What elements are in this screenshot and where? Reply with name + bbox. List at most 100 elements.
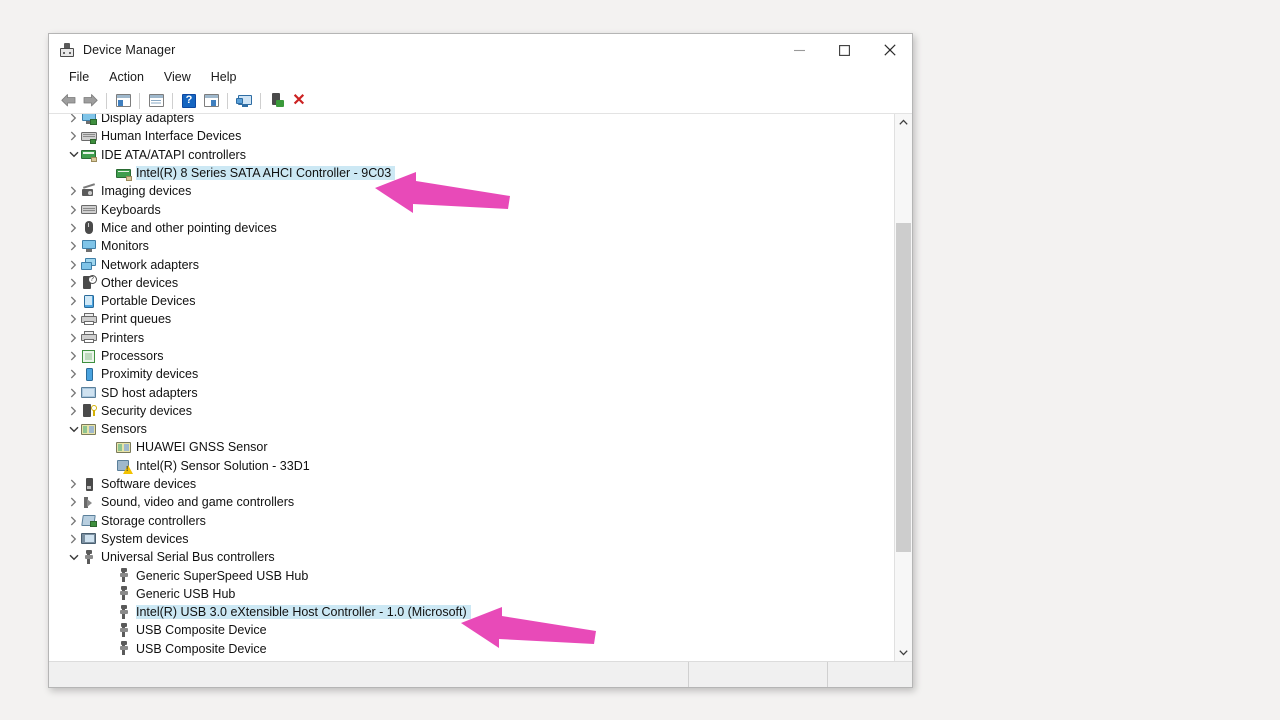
chevron-down-icon[interactable]	[67, 420, 80, 438]
processor-icon	[80, 348, 97, 364]
help-icon[interactable]: ?	[178, 90, 200, 112]
chevron-right-icon[interactable]	[67, 530, 80, 548]
back-icon[interactable]	[57, 90, 79, 112]
usb-icon	[115, 604, 132, 620]
menu-action[interactable]: Action	[99, 68, 154, 86]
content-area: Display adapters Human Interface Devices I…	[49, 114, 912, 661]
tree-row-label: Universal Serial Bus controllers	[101, 550, 275, 565]
tree-row[interactable]: Universal Serial Bus controllers	[49, 548, 894, 566]
tree-row[interactable]: Intel(R) 8 Series SATA AHCI Controller -…	[49, 164, 894, 182]
chevron-right-icon[interactable]	[67, 256, 80, 274]
chevron-placeholder	[102, 621, 115, 639]
chevron-right-icon[interactable]	[67, 493, 80, 511]
tree-row[interactable]: Human Interface Devices	[49, 127, 894, 145]
tree-row-label: USB Composite Device	[136, 623, 267, 638]
scan-for-hardware-changes-icon[interactable]	[233, 90, 255, 112]
chevron-right-icon[interactable]	[67, 310, 80, 328]
device-manager-window: Device Manager File Action View Help ? ✕…	[48, 33, 913, 688]
tree-row[interactable]: Network adapters	[49, 255, 894, 273]
enable-device-icon[interactable]	[266, 90, 288, 112]
tree-row[interactable]: Monitors	[49, 237, 894, 255]
properties-icon[interactable]	[145, 90, 167, 112]
tree-row[interactable]: Processors	[49, 347, 894, 365]
chevron-right-icon[interactable]	[67, 365, 80, 383]
storage-controller-icon	[80, 513, 97, 529]
chevron-right-icon[interactable]	[67, 237, 80, 255]
tree-row[interactable]: Sound, video and game controllers	[49, 493, 894, 511]
chevron-down-icon[interactable]	[67, 548, 80, 566]
network-adapter-icon	[80, 257, 97, 273]
chevron-right-icon[interactable]	[67, 274, 80, 292]
tree-row[interactable]: USB Composite Device	[49, 621, 894, 639]
chevron-right-icon[interactable]	[67, 127, 80, 145]
tree-row[interactable]: Imaging devices	[49, 182, 894, 200]
chevron-right-icon[interactable]	[67, 402, 80, 420]
scroll-down-arrow[interactable]	[895, 644, 912, 661]
tree-row[interactable]: Generic SuperSpeed USB Hub	[49, 566, 894, 584]
display-adapter-icon	[80, 114, 97, 126]
desktop-background: Device Manager File Action View Help ? ✕…	[0, 0, 1280, 720]
tree-row[interactable]: Print queues	[49, 310, 894, 328]
scroll-up-arrow[interactable]	[895, 114, 912, 131]
uninstall-device-icon[interactable]: ✕	[288, 90, 310, 112]
scrollbar-thumb[interactable]	[896, 223, 911, 552]
menu-view[interactable]: View	[154, 68, 201, 86]
tree-row-label: Display adapters	[101, 114, 195, 126]
scrollbar-track[interactable]	[895, 131, 912, 644]
chevron-right-icon[interactable]	[67, 329, 80, 347]
show-hide-console-tree-icon[interactable]	[112, 90, 134, 112]
chevron-right-icon[interactable]	[67, 384, 80, 402]
menu-help[interactable]: Help	[201, 68, 247, 86]
tree-row-label: IDE ATA/ATAPI controllers	[101, 147, 246, 162]
tree-row[interactable]: Intel(R) USB 3.0 eXtensible Host Control…	[49, 603, 894, 621]
tree-row[interactable]: Sensors	[49, 420, 894, 438]
close-button[interactable]	[867, 34, 912, 66]
device-tree[interactable]: Display adapters Human Interface Devices I…	[49, 114, 894, 661]
tree-row[interactable]: HUAWEI GNSS Sensor	[49, 438, 894, 456]
maximize-button[interactable]	[822, 34, 867, 66]
minimize-button[interactable]	[777, 34, 822, 66]
tree-row[interactable]: Proximity devices	[49, 365, 894, 383]
chevron-right-icon[interactable]	[67, 292, 80, 310]
tree-row[interactable]: Keyboards	[49, 200, 894, 218]
tree-row-label: Other devices	[101, 275, 179, 290]
title-bar: Device Manager	[49, 34, 912, 66]
tree-row[interactable]: Storage controllers	[49, 512, 894, 530]
tree-row-label: Mice and other pointing devices	[101, 220, 277, 235]
tree-row[interactable]: SD host adapters	[49, 383, 894, 401]
usb-icon	[115, 641, 132, 657]
tree-row[interactable]: Generic USB Hub	[49, 585, 894, 603]
chevron-right-icon[interactable]	[67, 219, 80, 237]
tree-row[interactable]: Mice and other pointing devices	[49, 219, 894, 237]
tree-row-label: Proximity devices	[101, 367, 199, 382]
tree-row[interactable]: Printers	[49, 329, 894, 347]
update-driver-icon[interactable]	[200, 90, 222, 112]
tree-row[interactable]: USB Composite Device	[49, 640, 894, 658]
chevron-right-icon[interactable]	[67, 182, 80, 200]
tree-row[interactable]: System devices	[49, 530, 894, 548]
tree-row[interactable]: ! Intel(R) Sensor Solution - 33D1	[49, 457, 894, 475]
sound-device-icon	[80, 494, 97, 510]
chevron-down-icon[interactable]	[67, 146, 80, 164]
chevron-right-icon[interactable]	[67, 347, 80, 365]
tree-row[interactable]: Security devices	[49, 402, 894, 420]
tree-row[interactable]: ? Other devices	[49, 274, 894, 292]
chevron-right-icon[interactable]	[67, 201, 80, 219]
tree-row[interactable]: Portable Devices	[49, 292, 894, 310]
menu-file[interactable]: File	[59, 68, 99, 86]
tree-row-label: HUAWEI GNSS Sensor	[136, 440, 268, 455]
forward-icon[interactable]	[79, 90, 101, 112]
chevron-right-icon[interactable]	[67, 114, 80, 127]
tree-row[interactable]: IDE ATA/ATAPI controllers	[49, 146, 894, 164]
chevron-placeholder	[102, 438, 115, 456]
sensor-icon	[115, 439, 132, 455]
chevron-right-icon[interactable]	[67, 475, 80, 493]
vertical-scrollbar[interactable]	[894, 114, 912, 661]
chevron-placeholder	[102, 603, 115, 621]
tree-row-label: Imaging devices	[101, 184, 192, 199]
usb-icon	[115, 622, 132, 638]
chevron-right-icon[interactable]	[67, 512, 80, 530]
tree-row[interactable]: Display adapters	[49, 114, 894, 127]
tree-row[interactable]: Software devices	[49, 475, 894, 493]
sd-host-adapter-icon	[80, 385, 97, 401]
